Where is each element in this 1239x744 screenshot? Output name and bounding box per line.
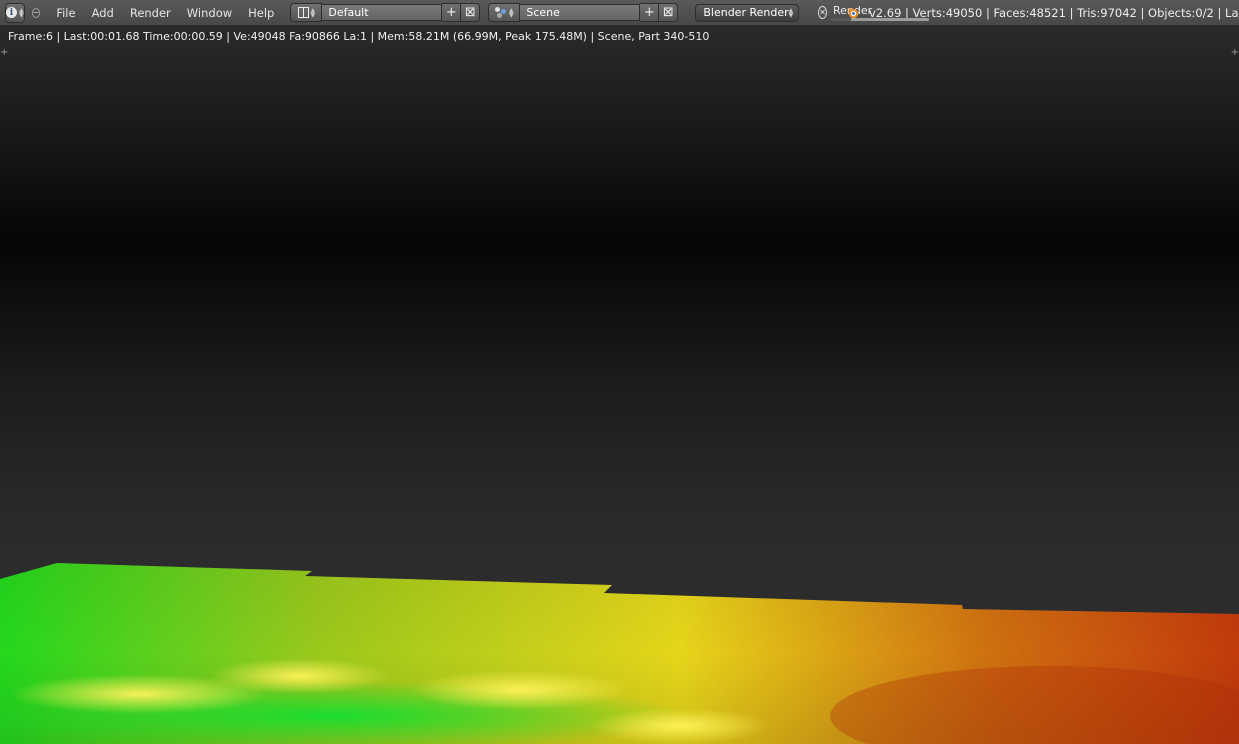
render-viewport[interactable]: Frame:6 | Last:00:01.68 Time:00:00.59 | … xyxy=(0,26,1239,744)
plus-icon: + xyxy=(643,5,655,20)
area-split-corner-icon[interactable]: + xyxy=(1231,48,1239,58)
render-info-text: Frame:6 | Last:00:01.68 Time:00:00.59 | … xyxy=(8,30,710,43)
scene-name-field[interactable]: Scene xyxy=(520,4,641,21)
menu-add[interactable]: Add xyxy=(84,6,122,20)
add-screen-button[interactable]: + xyxy=(442,3,462,22)
blender-logo-icon xyxy=(845,6,860,19)
scene-browse-button[interactable]: ▲ ▼ xyxy=(488,3,521,22)
updown-arrows-icon: ▲ ▼ xyxy=(19,6,24,19)
delete-screen-button[interactable]: ⊠ xyxy=(461,3,481,22)
main-menu: File Add Render Window Help xyxy=(48,6,282,20)
updown-arrows-icon: ▲ ▼ xyxy=(509,6,514,19)
screen-layout-selector: ▲ ▼ Default + ⊠ xyxy=(290,3,481,22)
add-scene-button[interactable]: + xyxy=(640,3,660,22)
scene-icon xyxy=(495,7,507,18)
close-icon: ⊠ xyxy=(662,5,674,20)
menu-file[interactable]: File xyxy=(48,6,83,20)
plus-icon: + xyxy=(445,5,457,20)
info-header: i ▲ ▼ − File Add Render Window Help ▲ ▼ De… xyxy=(0,0,1239,26)
menu-window[interactable]: Window xyxy=(179,6,240,20)
render-engine-label: Blender Render xyxy=(703,6,789,19)
screen-layout-name-field[interactable]: Default xyxy=(322,4,443,21)
updown-arrows-icon: ▲ ▼ xyxy=(310,6,316,19)
screen-layout-browse-button[interactable]: ▲ ▼ xyxy=(290,3,323,22)
scene-selector: ▲ ▼ Scene + ⊠ xyxy=(488,3,679,22)
screen-layout-icon xyxy=(297,7,309,18)
collapse-menus-icon[interactable]: − xyxy=(31,7,41,18)
updown-arrows-icon: ▲ ▼ xyxy=(788,6,794,19)
menu-render[interactable]: Render xyxy=(122,6,179,20)
rendered-terrain xyxy=(0,563,1239,744)
close-icon: ⊠ xyxy=(464,5,476,20)
render-engine-dropdown[interactable]: Blender Render ▲ ▼ xyxy=(695,3,800,22)
cancel-render-icon[interactable]: ✕ xyxy=(818,6,827,19)
menu-help[interactable]: Help xyxy=(240,6,282,20)
delete-scene-button[interactable]: ⊠ xyxy=(659,3,679,22)
editor-type-selector[interactable]: i ▲ ▼ xyxy=(5,2,25,23)
info-icon: i xyxy=(6,7,17,18)
area-split-corner-icon[interactable]: + xyxy=(0,48,8,58)
